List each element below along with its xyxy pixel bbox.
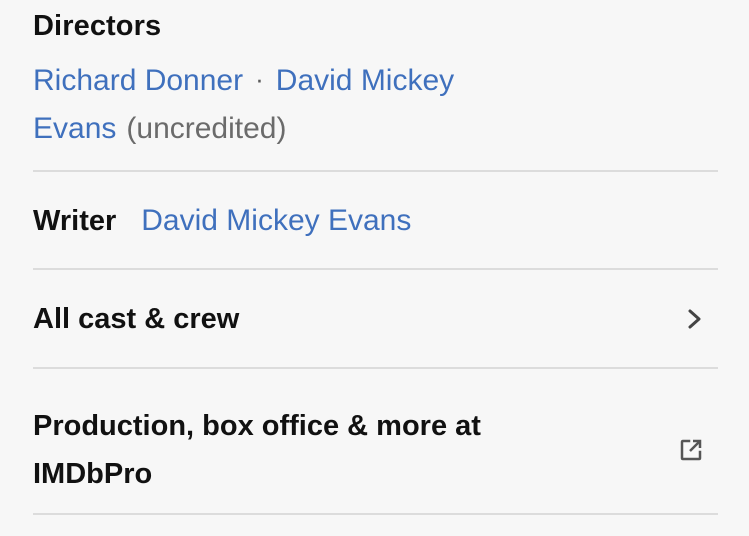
section-divider [33,513,718,515]
directors-heading: Directors [33,10,162,42]
all-cast-crew-label: All cast & crew [33,303,240,335]
uncredited-note: (uncredited) [126,112,287,145]
directors-section: Directors Richard Donner · David Mickey Ev… [33,7,718,167]
section-divider [33,367,718,369]
director-separator: · [255,64,264,94]
imdbpro-link[interactable]: Production, box office & more at IMDbPro [33,390,718,510]
external-link-icon [680,439,702,461]
section-divider [33,170,718,172]
writer-section: Writer David Mickey Evans [33,196,718,246]
chevron-right-icon [688,309,701,329]
writer-heading: Writer [33,205,117,237]
director-link-richard-donner[interactable]: Richard Donner [33,64,243,97]
directors-list: Richard Donner · David Mickey Evans (uncred… [33,55,533,153]
imdbpro-label: Production, box office & more at IMDbPro [33,410,481,490]
writer-link-david-mickey-evans[interactable]: David Mickey Evans [141,197,411,245]
all-cast-crew-link[interactable]: All cast & crew [33,280,718,358]
section-divider [33,268,718,270]
credits-panel: Directors Richard Donner · David Mickey Ev… [0,0,749,536]
